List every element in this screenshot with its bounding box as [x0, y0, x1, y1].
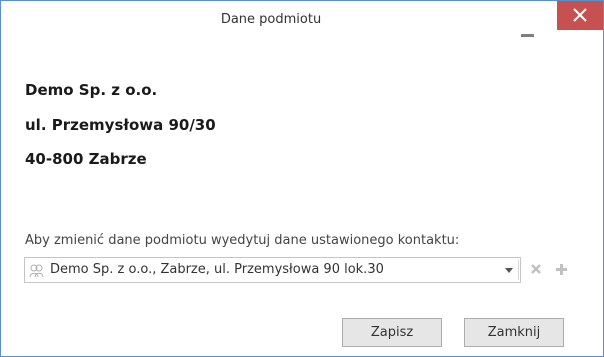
save-button[interactable]: Zapisz — [342, 318, 442, 347]
close-button[interactable]: Zamknij — [464, 318, 564, 347]
contact-icon — [29, 264, 44, 278]
contact-select-value: Demo Sp. z o.o., Zabrze, ul. Przemysłowa… — [50, 262, 384, 277]
entity-name: Demo Sp. z o.o. — [25, 81, 158, 99]
dropdown-arrow-icon[interactable] — [505, 268, 513, 273]
close-icon — [573, 8, 587, 22]
title-bar[interactable]: Dane podmiotu — [1, 1, 603, 41]
contact-select[interactable]: Demo Sp. z o.o., Zabrze, ul. Przemysłowa… — [24, 257, 521, 283]
add-contact-icon[interactable] — [555, 263, 568, 276]
dialog-window: Dane podmiotu Demo Sp. z o.o. ul. Przemy… — [0, 0, 604, 357]
minimize-icon — [521, 34, 534, 37]
close-window-button[interactable] — [557, 1, 603, 30]
combo-divider — [518, 260, 519, 280]
clear-contact-icon[interactable] — [530, 263, 542, 275]
minimize-button[interactable] — [514, 15, 540, 37]
entity-city: 40-800 Zabrze — [25, 150, 147, 168]
entity-street: ul. Przemysłowa 90/30 — [25, 116, 216, 134]
contact-hint: Aby zmienić dane podmiotu wyedytuj dane … — [25, 233, 460, 248]
window-title: Dane podmiotu — [220, 12, 322, 27]
